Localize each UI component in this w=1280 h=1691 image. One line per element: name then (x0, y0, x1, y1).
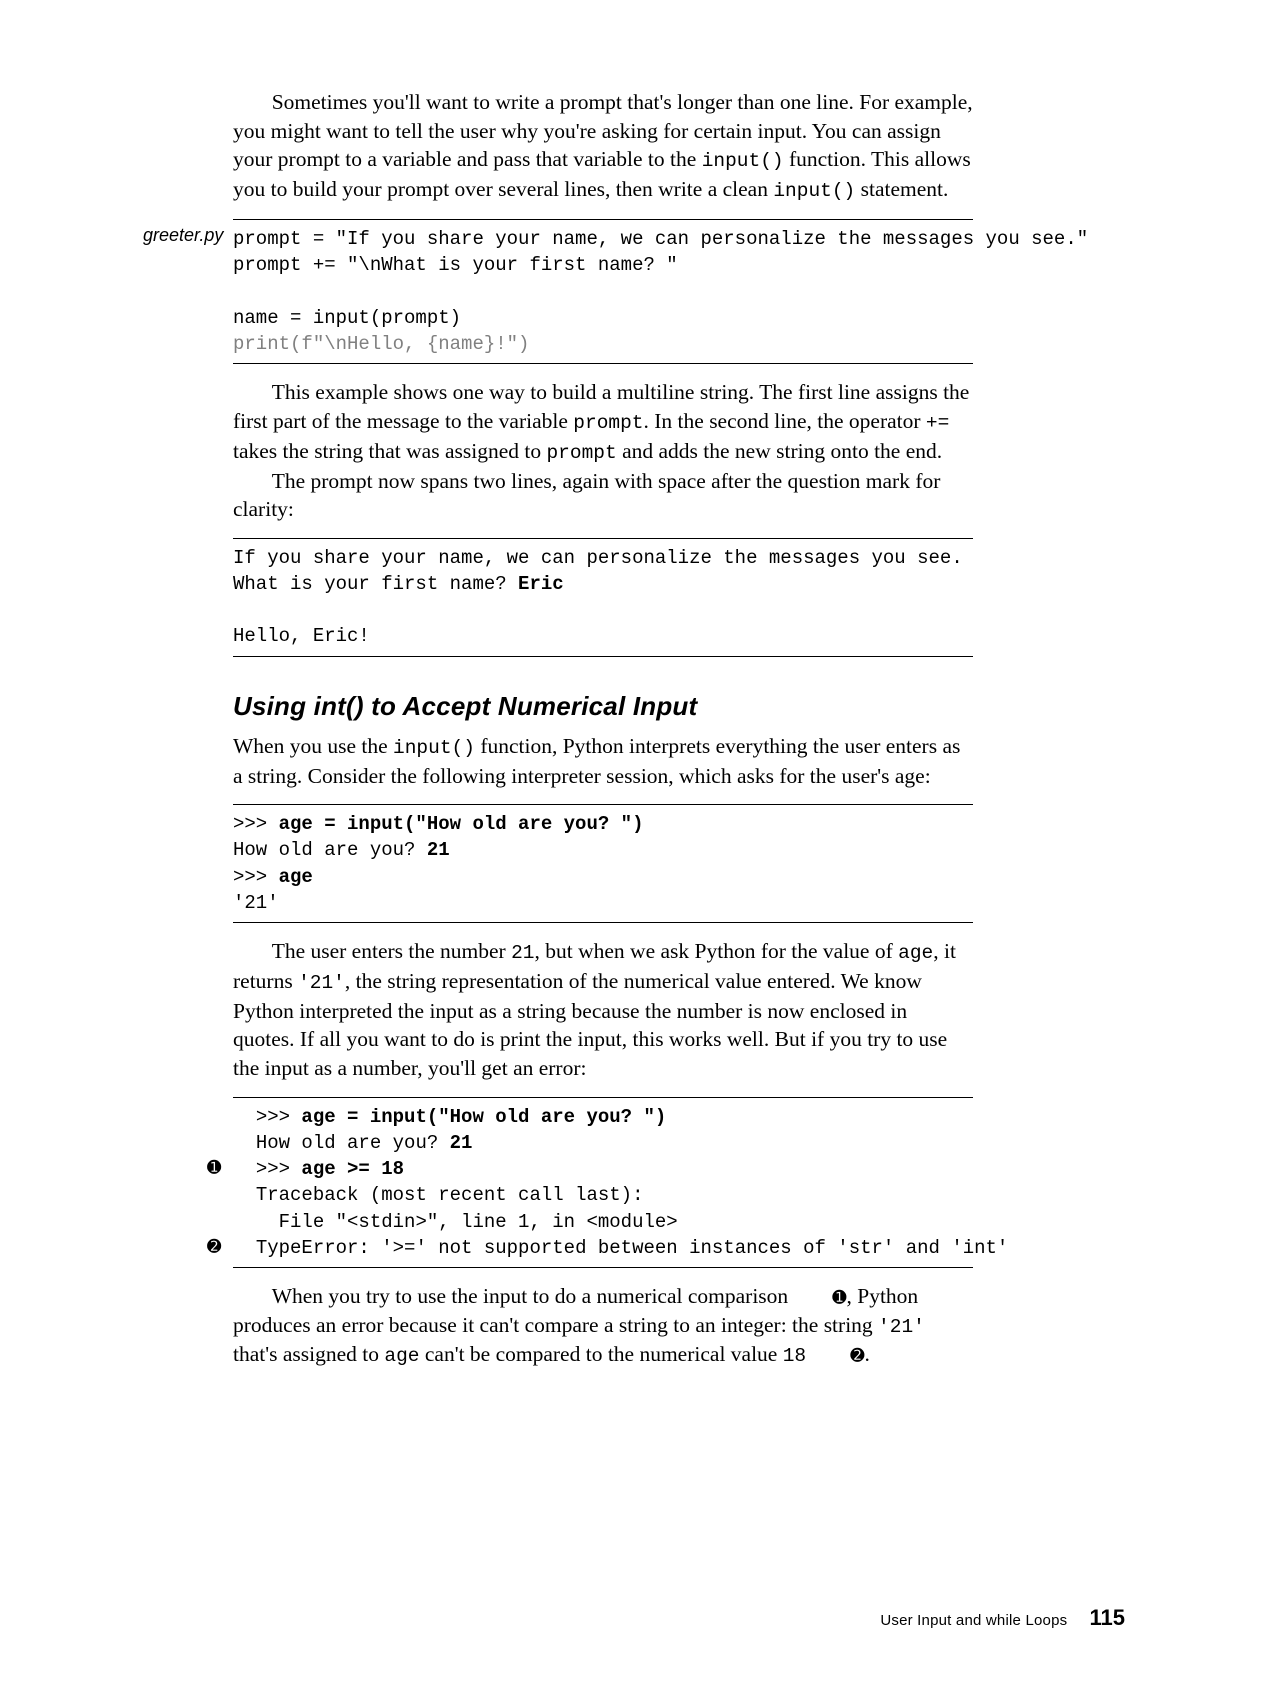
text: The prompt now spans two lines, again wi… (233, 469, 940, 522)
code-block: If you share your name, we can personali… (233, 545, 973, 650)
text: statement. (855, 177, 948, 201)
paragraph: When you use the input() function, Pytho… (233, 732, 973, 791)
filename-label: greeter.py (143, 225, 223, 246)
code-listing-output: If you share your name, we can personali… (233, 538, 973, 657)
code-listing-greeter: greeter.py prompt = "If you share your n… (233, 219, 973, 364)
code-block: prompt = "If you share your name, we can… (233, 226, 973, 357)
code-inline: prompt (573, 412, 643, 434)
code-inline: '21' (298, 972, 345, 994)
code-inline: input() (773, 180, 855, 202)
code-inline: age (898, 942, 933, 964)
page-number: 115 (1090, 1605, 1126, 1630)
section-heading: Using int() to Accept Numerical Input (233, 691, 973, 722)
text: . In the second line, the operator (644, 409, 926, 433)
page: Sometimes you'll want to write a prompt … (0, 0, 1280, 1691)
page-footer: User Input and while Loops 115 (880, 1605, 1125, 1631)
code-inline: '21' (878, 1316, 925, 1338)
text: The user enters the number (272, 939, 511, 963)
code-listing-repl-1: >>> age = input("How old are you? ") How… (233, 804, 973, 923)
code-inline: input() (702, 150, 784, 172)
text: takes the string that was assigned to (233, 439, 546, 463)
text: When you use the (233, 734, 393, 758)
code-inline: prompt (546, 442, 616, 464)
code-block: >>> age = input("How old are you? ") How… (233, 811, 973, 916)
paragraph: The prompt now spans two lines, again wi… (233, 467, 973, 524)
callout-1-icon: ➊ (794, 1287, 847, 1310)
content-column: Sometimes you'll want to write a prompt … (233, 88, 973, 1370)
chapter-title: User Input and while Loops (880, 1612, 1067, 1629)
code-inline: += (926, 412, 949, 434)
code-block: >>> age = input("How old are you? ") How… (233, 1104, 973, 1261)
paragraph: The user enters the number 21, but when … (233, 937, 973, 1083)
text: that's assigned to (233, 1342, 384, 1366)
text: , but when we ask Python for the value o… (535, 939, 899, 963)
callout-2-icon: ➋ (812, 1345, 865, 1368)
text: can't be compared to the numerical value (419, 1342, 782, 1366)
text: . (864, 1342, 869, 1366)
code-inline: 21 (511, 942, 534, 964)
text: and adds the new string onto the end. (617, 439, 942, 463)
callout-2-icon: ➋ (207, 1237, 221, 1260)
paragraph: When you try to use the input to do a nu… (233, 1282, 973, 1370)
code-listing-repl-2: >>> age = input("How old are you? ") How… (233, 1097, 973, 1268)
code-inline: input() (393, 737, 475, 759)
text: When you try to use the input to do a nu… (272, 1284, 794, 1308)
callout-1-icon: ➊ (207, 1158, 221, 1181)
code-inline: 18 (783, 1345, 806, 1367)
code-inline: age (384, 1345, 419, 1367)
paragraph-intro: Sometimes you'll want to write a prompt … (233, 88, 973, 205)
paragraph: This example shows one way to build a mu… (233, 378, 973, 466)
